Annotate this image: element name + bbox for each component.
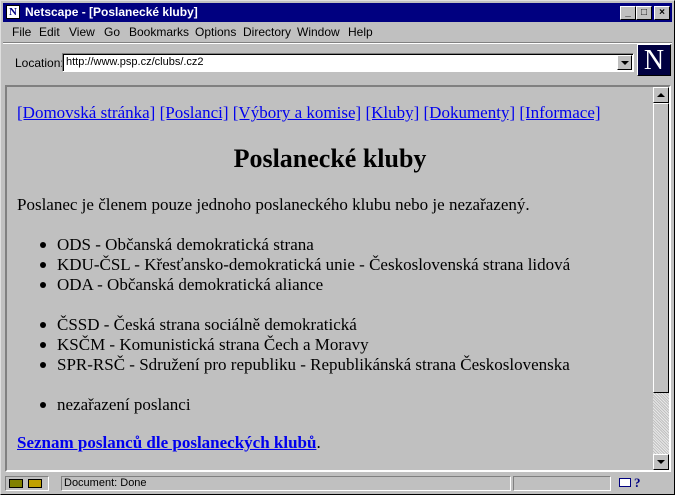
list-item-text: nezařazení poslanci: [57, 395, 191, 414]
menu-bookmarks[interactable]: Bookmarks: [129, 25, 189, 40]
location-url[interactable]: http://www.psp.cz/clubs/.cz2: [66, 55, 204, 70]
close-icon: ×: [659, 7, 665, 18]
menu-window[interactable]: Window: [297, 25, 340, 40]
list-item-text: KSČM - Komunistická strana Čech a Moravy: [57, 335, 369, 354]
key-icon-part: [9, 479, 23, 488]
bullet-icon: [40, 342, 46, 348]
nav-link-home[interactable]: [Domovská stránka]: [17, 103, 155, 122]
menu-view[interactable]: View: [69, 25, 95, 40]
footer-paragraph: Seznam poslanců dle poslaneckých klubů.: [17, 433, 321, 453]
menu-go[interactable]: Go: [104, 25, 120, 40]
list-item: KDU-ČSL - Křesťansko-demokratická unie -…: [40, 255, 571, 275]
bullet-icon: [40, 362, 46, 368]
help-icon[interactable]: ?: [634, 475, 641, 490]
page-content: [Domovská stránka] [Poslanci] [Výbory a …: [7, 87, 653, 470]
footer-suffix: .: [316, 433, 321, 452]
nav-link-info[interactable]: [Informace]: [519, 103, 600, 122]
menu-directory[interactable]: Directory: [243, 25, 291, 40]
location-input[interactable]: http://www.psp.cz/clubs/.cz2: [62, 53, 634, 72]
mail-icon[interactable]: [619, 478, 631, 487]
menu-bar: File Edit View Go Bookmarks Options Dire…: [3, 23, 672, 42]
location-dropdown-button[interactable]: [617, 55, 632, 70]
list-item-text: ODA - Občanská demokratická aliance: [57, 275, 324, 294]
location-toolbar: Location: http://www.psp.cz/clubs/.cz2: [3, 47, 672, 81]
status-text: Document: Done: [64, 477, 147, 489]
minimize-button[interactable]: _: [620, 6, 636, 20]
menu-help[interactable]: Help: [348, 25, 373, 40]
scroll-down-button[interactable]: [653, 454, 669, 470]
location-label: Location:: [15, 56, 64, 70]
key-icon-part: [28, 479, 42, 488]
intro-text: Poslanec je členem pouze jednoho poslane…: [17, 195, 530, 214]
nav-link-documents[interactable]: [Dokumenty]: [424, 103, 516, 122]
status-icons: ?: [615, 475, 669, 491]
list-item: SPR-RSČ - Sdružení pro republiku - Repub…: [40, 355, 570, 375]
menu-file[interactable]: File: [12, 25, 31, 40]
list-item: nezařazení poslanci: [40, 395, 191, 415]
nav-link-deputies[interactable]: [Poslanci]: [160, 103, 229, 122]
list-item: ODS - Občanská demokratická strana: [40, 235, 314, 255]
maximize-button[interactable]: □: [636, 6, 652, 20]
bullet-icon: [40, 402, 46, 408]
maximize-icon: □: [640, 7, 648, 18]
page-title: Poslanecké kluby: [233, 144, 427, 173]
status-message: Document: Done: [61, 476, 511, 491]
minimize-icon: _: [625, 7, 631, 18]
menu-edit[interactable]: Edit: [39, 25, 60, 40]
list-item: KSČM - Komunistická strana Čech a Moravy: [40, 335, 369, 355]
list-item: ČSSD - Česká strana sociálně demokratick…: [40, 315, 357, 335]
list-item: ODA - Občanská demokratická aliance: [40, 275, 324, 295]
bullet-icon: [40, 242, 46, 248]
scroll-up-button[interactable]: [653, 87, 669, 103]
bullet-icon: [40, 262, 46, 268]
list-item-text: SPR-RSČ - Sdružení pro republiku - Repub…: [57, 355, 570, 374]
site-nav: [Domovská stránka] [Poslanci] [Výbory a …: [17, 103, 601, 123]
list-item-text: ČSSD - Česká strana sociálně demokratick…: [57, 315, 357, 334]
menu-options[interactable]: Options: [195, 25, 236, 40]
clubs-list-link[interactable]: Seznam poslanců dle poslaneckých klubů: [17, 433, 316, 452]
vertical-scrollbar[interactable]: [653, 87, 669, 470]
netscape-icon[interactable]: N: [6, 5, 20, 19]
nav-link-clubs[interactable]: [Kluby]: [365, 103, 419, 122]
window-title: Netscape - [Poslanecké kluby]: [25, 5, 198, 19]
browser-window: N Netscape - [Poslanecké kluby] _ □ × Fi…: [0, 0, 675, 495]
netscape-n-icon: N: [643, 45, 665, 76]
nav-link-committees[interactable]: [Výbory a komise]: [233, 103, 361, 122]
menu-separator: [3, 42, 672, 44]
list-item-text: ODS - Občanská demokratická strana: [57, 235, 314, 254]
status-bar: Document: Done ?: [3, 475, 672, 493]
list-item-text: KDU-ČSL - Křesťansko-demokratická unie -…: [57, 255, 571, 274]
scroll-thumb[interactable]: [653, 103, 669, 393]
progress-field: [513, 476, 611, 491]
close-button[interactable]: ×: [654, 6, 670, 20]
netscape-n-logo[interactable]: N: [637, 44, 671, 76]
title-bar[interactable]: N Netscape - [Poslanecké kluby] _ □ ×: [3, 3, 672, 22]
bullet-icon: [40, 282, 46, 288]
bullet-icon: [40, 322, 46, 328]
security-key-icon[interactable]: [5, 476, 49, 491]
